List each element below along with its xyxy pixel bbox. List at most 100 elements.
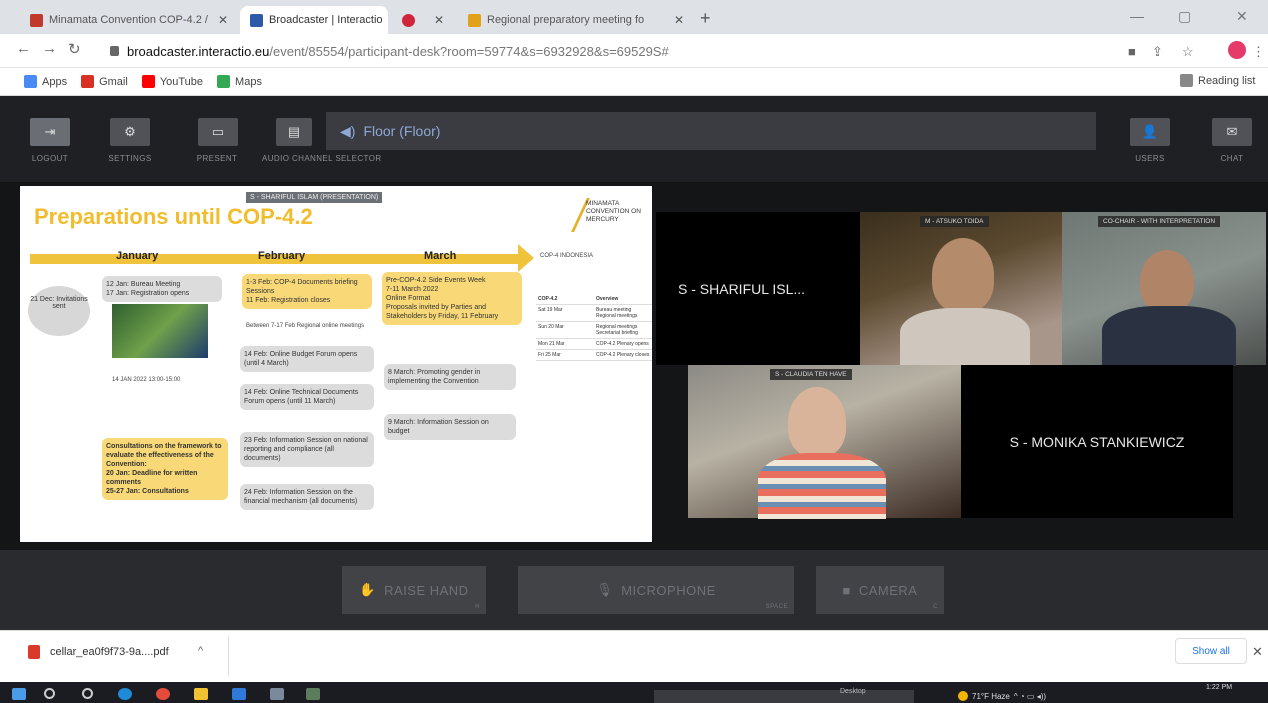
cortana-icon[interactable] bbox=[82, 688, 93, 699]
maximize-icon[interactable]: ▢ bbox=[1178, 8, 1191, 25]
interactio-icon bbox=[250, 13, 263, 27]
video-tile-shariful[interactable]: S - SHARIFUL ISL... bbox=[656, 212, 860, 365]
reading-list-button[interactable]: Reading list bbox=[1180, 74, 1255, 87]
minamata-logo bbox=[550, 198, 590, 232]
video-tile-atsuko[interactable]: M - ATSUKO TOIDA bbox=[860, 212, 1062, 368]
download-filename[interactable]: cellar_ea0f9f73-9a....pdf bbox=[50, 646, 169, 658]
minimize-icon[interactable]: — bbox=[1130, 8, 1144, 24]
taskbar-desktop-label[interactable]: Desktop bbox=[840, 688, 866, 695]
hand-icon: ✋ bbox=[359, 582, 377, 597]
close-icon[interactable]: ✕ bbox=[1252, 644, 1263, 660]
file-explorer-icon[interactable] bbox=[194, 688, 208, 700]
back-icon[interactable]: ← bbox=[16, 40, 31, 57]
presentation-slide: Preparations until COP-4.2 S - SHARIFUL … bbox=[20, 186, 652, 542]
table-header: COP-4.2 Overview bbox=[536, 294, 652, 305]
present-label: PRESENT bbox=[196, 154, 238, 163]
new-tab-button[interactable]: + bbox=[700, 8, 711, 29]
tab-regional[interactable]: Regional preparatory meeting fo ✕ bbox=[458, 6, 694, 34]
raise-hand-button[interactable]: ✋ RAISE HAND H bbox=[342, 566, 486, 614]
tab-title: Regional preparatory meeting fo bbox=[487, 14, 645, 26]
slide-title: Preparations until COP-4.2 bbox=[34, 204, 313, 229]
settings-button[interactable]: ⚙ bbox=[110, 118, 150, 146]
reading-list-label: Reading list bbox=[1198, 74, 1256, 87]
forward-icon[interactable]: → bbox=[42, 40, 57, 57]
close-icon[interactable]: ✕ bbox=[674, 13, 684, 27]
bookmark-youtube[interactable]: YouTube bbox=[141, 75, 203, 88]
event-thumbnail bbox=[112, 304, 208, 358]
reload-icon[interactable]: ↻ bbox=[68, 40, 81, 58]
users-button[interactable]: 👤 bbox=[1130, 118, 1170, 146]
participant-body bbox=[758, 453, 886, 519]
app-icon[interactable] bbox=[270, 688, 284, 700]
table-cell: Bureau meeting Regional meetings bbox=[596, 307, 638, 319]
tab-audio[interactable]: ✕ bbox=[392, 6, 454, 34]
bookmark-maps[interactable]: Maps bbox=[217, 75, 262, 88]
jan-meetings-box: 12 Jan: Bureau Meeting 17 Jan: Registrat… bbox=[102, 276, 222, 302]
audio-selector-label: AUDIO CHANNEL SELECTOR bbox=[262, 154, 382, 163]
menu-icon[interactable]: ⋮ bbox=[1252, 44, 1265, 60]
table-header-cell: Overview bbox=[596, 296, 619, 302]
audio-channel-icon: ▤ bbox=[287, 124, 301, 139]
weather-sun-icon bbox=[958, 691, 968, 701]
mar-gender-box: 8 March: Promoting gender in implementin… bbox=[384, 364, 516, 390]
download-bar bbox=[0, 630, 1268, 682]
feb-budget-box: 14 Feb: Online Budget Forum opens (until… bbox=[240, 346, 374, 372]
tab-minamata[interactable]: Minamata Convention COP-4.2 / ✕ bbox=[20, 6, 238, 34]
close-icon[interactable]: ✕ bbox=[434, 13, 444, 27]
mail-icon[interactable] bbox=[232, 688, 246, 700]
present-button[interactable]: ▭ bbox=[198, 118, 238, 146]
search-icon[interactable] bbox=[44, 688, 55, 699]
jan-date: 14 JAN 2022 13:00-15:00 bbox=[112, 377, 181, 383]
audio-selector-button[interactable]: ▤ bbox=[276, 118, 312, 146]
close-window-icon[interactable]: ✕ bbox=[1236, 8, 1248, 25]
video-tile-co-chair[interactable]: CO-CHAIR - WITH INTERPRETATION bbox=[1062, 212, 1266, 366]
star-icon[interactable]: ☆ bbox=[1182, 44, 1194, 60]
app-icon[interactable] bbox=[306, 688, 320, 700]
participant-label: M - ATSUKO TOIDA bbox=[920, 216, 989, 227]
close-icon[interactable]: ✕ bbox=[218, 13, 228, 27]
cop4-indonesia-logo: COP-4 INDONESIA bbox=[540, 253, 594, 259]
microphone-button[interactable]: 🎙 MICROPHONE SPACE bbox=[518, 566, 794, 614]
lock-icon bbox=[110, 46, 119, 56]
table-row: Mon 21 Mar COP-4.2 Plenary opens bbox=[536, 339, 652, 350]
chevron-up-icon[interactable]: ^ bbox=[198, 645, 203, 657]
floor-channel-selector[interactable]: ◀) Floor (Floor) bbox=[326, 112, 1096, 150]
table-cell: Fri 25 Mar bbox=[538, 352, 561, 358]
taskbar-search-box[interactable] bbox=[654, 690, 914, 703]
windows-start-icon[interactable] bbox=[12, 688, 26, 700]
reading-list-icon bbox=[1180, 74, 1193, 87]
table-row: Sat 19 Mar Bureau meeting Regional meetin… bbox=[536, 305, 652, 322]
logout-button[interactable]: ⇥ bbox=[30, 118, 70, 146]
system-tray-icons[interactable]: ^ ◔ ▭ ◂)) bbox=[1014, 692, 1046, 701]
tab-broadcaster[interactable]: Broadcaster | Interactio bbox=[240, 6, 388, 34]
weather-widget[interactable]: 71°F Haze ^ ◔ ▭ ◂)) bbox=[958, 691, 1046, 701]
chat-button[interactable]: ✉ bbox=[1212, 118, 1252, 146]
edge-icon[interactable] bbox=[118, 688, 132, 700]
profile-avatar[interactable] bbox=[1228, 41, 1246, 59]
video-tile-monika[interactable]: S - MONIKA STANKIEWICZ bbox=[961, 365, 1233, 518]
camera-label: CAMERA bbox=[858, 582, 918, 598]
gmail-icon bbox=[30, 13, 43, 27]
chrome-icon[interactable] bbox=[156, 688, 170, 700]
gear-icon: ⚙ bbox=[124, 124, 136, 139]
taskbar-clock[interactable]: 1:22 PM bbox=[1206, 684, 1232, 691]
table-cell: Sat 19 Mar bbox=[538, 307, 563, 313]
share-icon[interactable]: ⇪ bbox=[1152, 44, 1163, 60]
present-icon: ▭ bbox=[211, 124, 225, 139]
users-icon: 👤 bbox=[1141, 124, 1159, 139]
show-all-button[interactable]: Show all bbox=[1175, 638, 1247, 664]
recording-icon bbox=[402, 13, 415, 27]
feb-info-session-2: 24 Feb: Information Session on the finan… bbox=[240, 484, 374, 510]
minamata-icon bbox=[468, 13, 481, 27]
video-tile-claudia[interactable]: S - CLAUDIA TEN HAVE bbox=[688, 365, 961, 519]
shortcut-hint: H bbox=[475, 604, 480, 610]
table-cell: COP-4.2 Plenary closes bbox=[596, 352, 650, 358]
bookmark-gmail[interactable]: Gmail bbox=[81, 75, 128, 88]
camera-blocked-icon[interactable]: ■ bbox=[1128, 44, 1136, 59]
camera-button[interactable]: ■ CAMERA C bbox=[816, 566, 944, 614]
participant-body bbox=[1102, 306, 1236, 366]
bookmark-apps[interactable]: Apps bbox=[24, 75, 67, 88]
address-bar[interactable]: broadcaster.interactio.eu/event/85554/pa… bbox=[110, 39, 1110, 63]
timeline-arrowhead bbox=[518, 244, 534, 272]
bookmarks-bar: Apps Gmail YouTube Maps bbox=[0, 68, 1268, 96]
